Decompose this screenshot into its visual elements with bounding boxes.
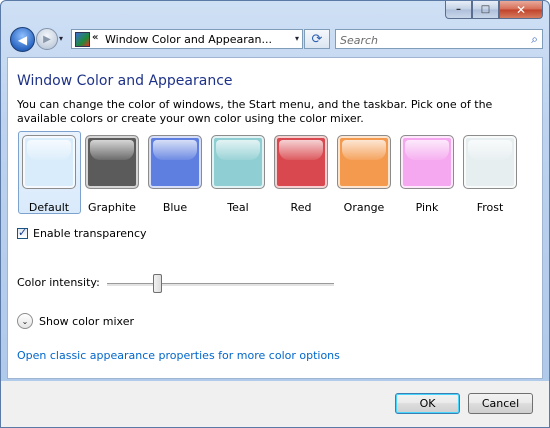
- back-arrow-icon: ◀: [17, 32, 28, 47]
- close-button[interactable]: ✕: [499, 1, 543, 19]
- color-swatch-orange[interactable]: [337, 135, 391, 189]
- chevron-down-icon: ▾: [294, 34, 299, 43]
- minimize-button[interactable]: –: [445, 1, 472, 19]
- forward-button[interactable]: ▶: [36, 28, 58, 50]
- forward-arrow-icon: ▶: [43, 33, 51, 45]
- classic-appearance-link[interactable]: Open classic appearance properties for m…: [17, 349, 340, 362]
- caption-buttons: – □ ✕: [445, 1, 543, 19]
- color-swatch-label[interactable]: Graphite: [80, 201, 144, 214]
- chevron-down-icon: ▾: [59, 34, 64, 43]
- color-swatch-label[interactable]: Orange: [332, 201, 396, 214]
- color-intensity-slider-thumb[interactable]: [153, 274, 162, 293]
- show-color-mixer-label[interactable]: Show color mixer: [39, 315, 134, 328]
- color-swatch-blue[interactable]: [148, 135, 202, 189]
- color-swatch-label[interactable]: Red: [269, 201, 333, 214]
- color-swatch-label[interactable]: Blue: [143, 201, 207, 214]
- color-swatch-label[interactable]: Teal: [206, 201, 270, 214]
- navigation-bar: ◀ ▶ ▾ « Window Color and Appearan... ▾ ⟳…: [1, 23, 549, 57]
- show-color-mixer-toggle[interactable]: ⌄ Show color mixer: [17, 313, 134, 329]
- maximize-button[interactable]: □: [472, 1, 499, 19]
- back-button[interactable]: ◀: [10, 27, 35, 52]
- search-icon[interactable]: ⌕: [531, 32, 538, 47]
- transparency-label[interactable]: Enable transparency: [33, 227, 147, 240]
- color-swatch-default[interactable]: [22, 135, 76, 189]
- page-description: You can change the color of windows, the…: [17, 98, 493, 125]
- address-bar[interactable]: « Window Color and Appearan... ▾: [71, 29, 303, 49]
- transparency-option[interactable]: Enable transparency: [17, 226, 147, 240]
- color-swatch-teal[interactable]: [211, 135, 265, 189]
- transparency-checkbox[interactable]: [17, 226, 28, 239]
- refresh-icon: ⟳: [311, 31, 323, 47]
- ok-button[interactable]: OK: [395, 393, 460, 414]
- breadcrumb-overflow-button[interactable]: «: [92, 32, 98, 43]
- recent-pages-dropdown[interactable]: ▾: [59, 34, 63, 43]
- search-box[interactable]: ⌕: [335, 29, 543, 49]
- color-swatch-red[interactable]: [274, 135, 328, 189]
- color-swatch-label[interactable]: Frost: [458, 201, 522, 214]
- color-intensity-slider-track[interactable]: [107, 283, 334, 287]
- dialog-footer: OK Cancel: [1, 381, 549, 427]
- expand-chevron-icon[interactable]: ⌄: [17, 313, 33, 329]
- refresh-button[interactable]: ⟳: [304, 29, 330, 49]
- color-swatch-label[interactable]: Default: [17, 201, 81, 214]
- breadcrumb-current[interactable]: Window Color and Appearan...: [105, 33, 272, 46]
- control-panel-window: – □ ✕ ◀ ▶ ▾ « Window Color and Appearan.…: [0, 0, 550, 428]
- color-swatch-label[interactable]: Pink: [395, 201, 459, 214]
- color-intensity-label: Color intensity:: [17, 276, 100, 289]
- page-title: Window Color and Appearance: [17, 73, 233, 89]
- address-dropdown-button[interactable]: ▾: [295, 34, 299, 43]
- color-swatch-frost[interactable]: [463, 135, 517, 189]
- main-content: Window Color and Appearance You can chan…: [7, 57, 543, 379]
- cancel-button[interactable]: Cancel: [468, 393, 533, 414]
- color-swatch-pink[interactable]: [400, 135, 454, 189]
- control-panel-icon: [75, 32, 90, 47]
- color-swatch-graphite[interactable]: [85, 135, 139, 189]
- search-input[interactable]: [338, 31, 522, 49]
